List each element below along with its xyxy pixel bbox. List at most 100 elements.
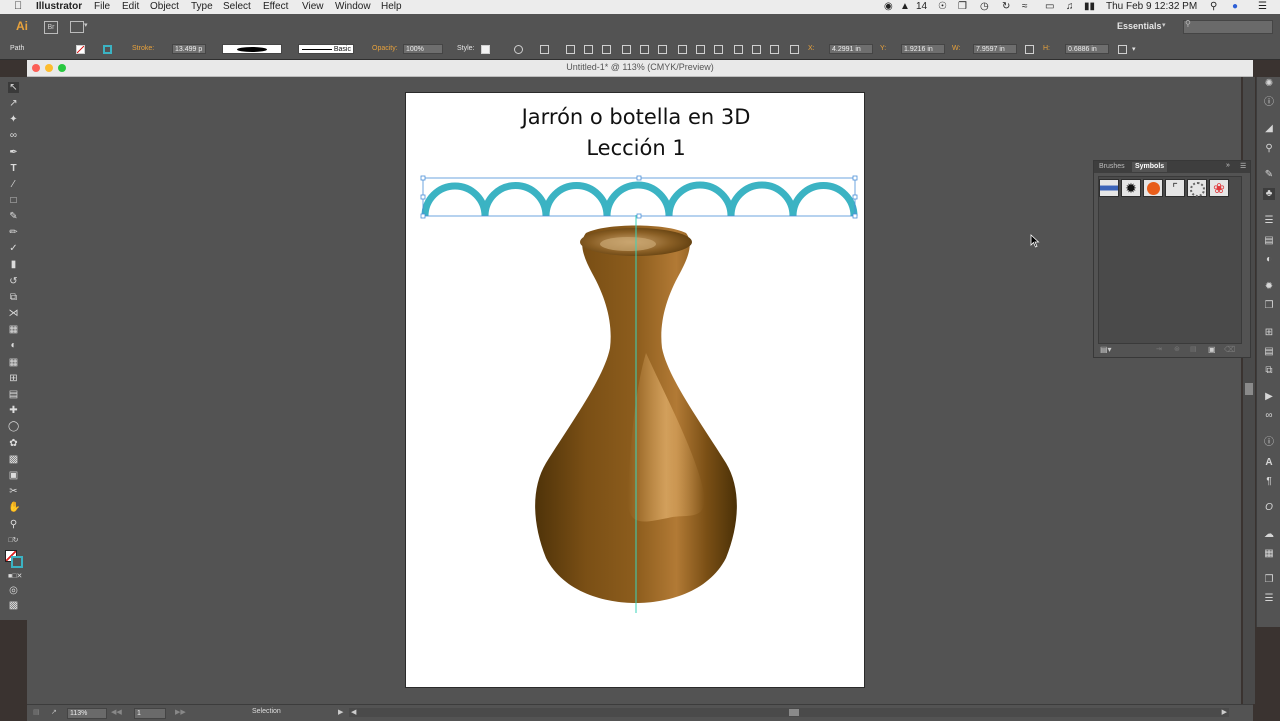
column-graph-tool-icon[interactable]: ▩: [8, 454, 19, 465]
symbol-options-icon[interactable]: ▤: [1190, 345, 1197, 353]
workspace-switcher[interactable]: Essentials: [1117, 21, 1162, 31]
pencil-tool-icon[interactable]: ✏: [8, 227, 19, 238]
recolor-artwork-icon[interactable]: [514, 45, 523, 54]
stroke-color-swatch[interactable]: [11, 556, 23, 568]
last-artboard-icon[interactable]: ▶▶: [175, 708, 186, 716]
menu-object[interactable]: Object: [150, 1, 179, 13]
notification-center-icon[interactable]: ☰: [1258, 1, 1267, 13]
symbol-orange-button[interactable]: [1143, 179, 1163, 197]
align-bottom-icon[interactable]: [658, 45, 667, 54]
constrain-proportions-icon[interactable]: [1025, 45, 1034, 54]
slice-tool-icon[interactable]: ✂: [8, 486, 19, 497]
opentype-icon[interactable]: O: [1263, 502, 1275, 514]
place-symbol-icon[interactable]: ⇥: [1156, 345, 1162, 353]
symbol-sprayer-tool-icon[interactable]: ✿: [8, 438, 19, 449]
color-mode-icons[interactable]: ■□✕: [8, 571, 22, 582]
direct-selection-tool-icon[interactable]: ↗: [8, 98, 19, 109]
record-icon[interactable]: ◉: [884, 1, 893, 13]
gradient-panel-icon[interactable]: ▤: [1263, 235, 1275, 247]
character-icon[interactable]: A: [1263, 457, 1275, 469]
pathfinder-icon[interactable]: ⧉: [1263, 365, 1275, 377]
blob-brush-tool-icon[interactable]: ✓: [8, 243, 19, 254]
bridge-button[interactable]: Br: [44, 21, 58, 34]
symbol-blue-banner[interactable]: [1099, 179, 1119, 197]
horizontal-scroll-thumb[interactable]: [789, 709, 799, 716]
symbol-corner-bracket[interactable]: ⌜: [1165, 179, 1185, 197]
type-tool-icon[interactable]: T: [8, 163, 19, 174]
graphic-styles-icon[interactable]: ❐: [1263, 300, 1275, 312]
battery-icon[interactable]: ▮▮: [1084, 1, 1095, 13]
tab-symbols[interactable]: Symbols: [1132, 162, 1168, 172]
blend-tool-icon[interactable]: ◯: [8, 421, 19, 432]
dropbox-icon[interactable]: ☉: [938, 1, 947, 13]
align-panel-icon[interactable]: ▤: [1263, 346, 1275, 358]
links-icon[interactable]: ∞: [1263, 410, 1275, 422]
arrange-documents-icon[interactable]: [70, 21, 84, 33]
align-to-icon[interactable]: [540, 45, 549, 54]
horizontal-scrollbar[interactable]: ◀ ▶: [349, 708, 1229, 717]
align-middle-icon[interactable]: [640, 45, 649, 54]
menu-view[interactable]: View: [302, 1, 324, 13]
selection-tool-icon[interactable]: ↖: [8, 82, 19, 93]
magic-wand-tool-icon[interactable]: ✦: [8, 114, 19, 125]
artboard-tool-icon[interactable]: ▣: [8, 470, 19, 481]
menu-effect[interactable]: Effect: [263, 1, 288, 13]
time-machine-icon[interactable]: ◷: [980, 1, 989, 13]
rectangle-tool-icon[interactable]: □: [8, 195, 19, 206]
symbols-icon[interactable]: ♣: [1263, 188, 1275, 200]
arrange-dropdown-icon[interactable]: ▾: [84, 21, 88, 29]
sync-icon[interactable]: ↻: [1002, 1, 1010, 13]
appearance-icon[interactable]: ✹: [1263, 281, 1275, 293]
magnifier-icon[interactable]: ⚲: [1263, 143, 1275, 155]
cc-libraries-icon[interactable]: ☁: [1263, 529, 1275, 541]
reference-point-icon[interactable]: [790, 45, 799, 54]
distribute-center-icon[interactable]: [752, 45, 761, 54]
brush-definition[interactable]: Basic: [298, 44, 354, 54]
app-menu-name[interactable]: Illustrator: [36, 1, 82, 13]
align-top-icon[interactable]: [622, 45, 631, 54]
first-artboard-icon[interactable]: ◀◀: [111, 708, 122, 716]
stroke-weight-field[interactable]: 13.499 p: [172, 44, 206, 54]
artboard-nav-icon[interactable]: ▤: [33, 708, 40, 716]
layers-icon[interactable]: ☰: [1263, 593, 1275, 605]
gradient-tool-icon[interactable]: ▤: [8, 389, 19, 400]
swatches-icon[interactable]: ▦: [1263, 548, 1275, 560]
brushes-icon[interactable]: ✎: [1263, 169, 1275, 181]
fill-swatch-none[interactable]: [76, 45, 85, 54]
menu-type[interactable]: Type: [191, 1, 213, 13]
current-tool-status[interactable]: Selection: [252, 708, 281, 715]
asset-export-icon[interactable]: ❐: [1263, 574, 1275, 586]
mesh-tool-icon[interactable]: ⊞: [8, 373, 19, 384]
y-position-field[interactable]: 1.9216 in: [901, 44, 945, 54]
document-info-icon[interactable]: ⓘ: [1263, 437, 1275, 449]
menubar-clock[interactable]: Thu Feb 9 12:32 PM: [1106, 1, 1197, 13]
search-stock-input[interactable]: [1183, 20, 1273, 34]
delete-symbol-icon[interactable]: ⌫: [1224, 345, 1235, 354]
status-menu-icon[interactable]: ▶: [338, 708, 343, 716]
distribute-middle-icon[interactable]: [696, 45, 705, 54]
symbol-ink-splat[interactable]: ✹: [1121, 179, 1141, 197]
distribute-left-icon[interactable]: [734, 45, 743, 54]
panel-collapse-icon[interactable]: »: [1226, 162, 1230, 169]
panel-menu-icon[interactable]: ☰: [1240, 162, 1246, 170]
distribute-top-icon[interactable]: [678, 45, 687, 54]
rotate-tool-icon[interactable]: ↺: [8, 276, 19, 287]
info-icon[interactable]: ⓘ: [1263, 97, 1275, 109]
eyedropper-tool-icon[interactable]: ✚: [8, 405, 19, 416]
volume-icon[interactable]: ♫: [1066, 1, 1074, 13]
paintbrush-tool-icon[interactable]: ✎: [8, 211, 19, 222]
width-tool-icon[interactable]: ⋊: [8, 308, 19, 319]
symbol-red-flower[interactable]: ❀: [1209, 179, 1229, 197]
hand-tool-icon[interactable]: ✋: [8, 502, 20, 513]
transform-options-icon[interactable]: [1118, 45, 1127, 54]
menu-edit[interactable]: Edit: [122, 1, 139, 13]
navigator-icon[interactable]: ◢: [1263, 123, 1275, 135]
zoom-tool-icon[interactable]: ⚲: [8, 519, 19, 530]
screen-mode-icon[interactable]: ▩: [8, 600, 19, 611]
pen-tool-icon[interactable]: ✒: [8, 147, 19, 158]
artboard[interactable]: Jarrón o botella en 3D Lección 1: [405, 92, 865, 688]
scale-tool-icon[interactable]: ⧉: [8, 292, 19, 303]
opacity-field[interactable]: 100%: [403, 44, 443, 54]
distribute-right-icon[interactable]: [770, 45, 779, 54]
line-segment-tool-icon[interactable]: ⁄: [8, 179, 19, 190]
